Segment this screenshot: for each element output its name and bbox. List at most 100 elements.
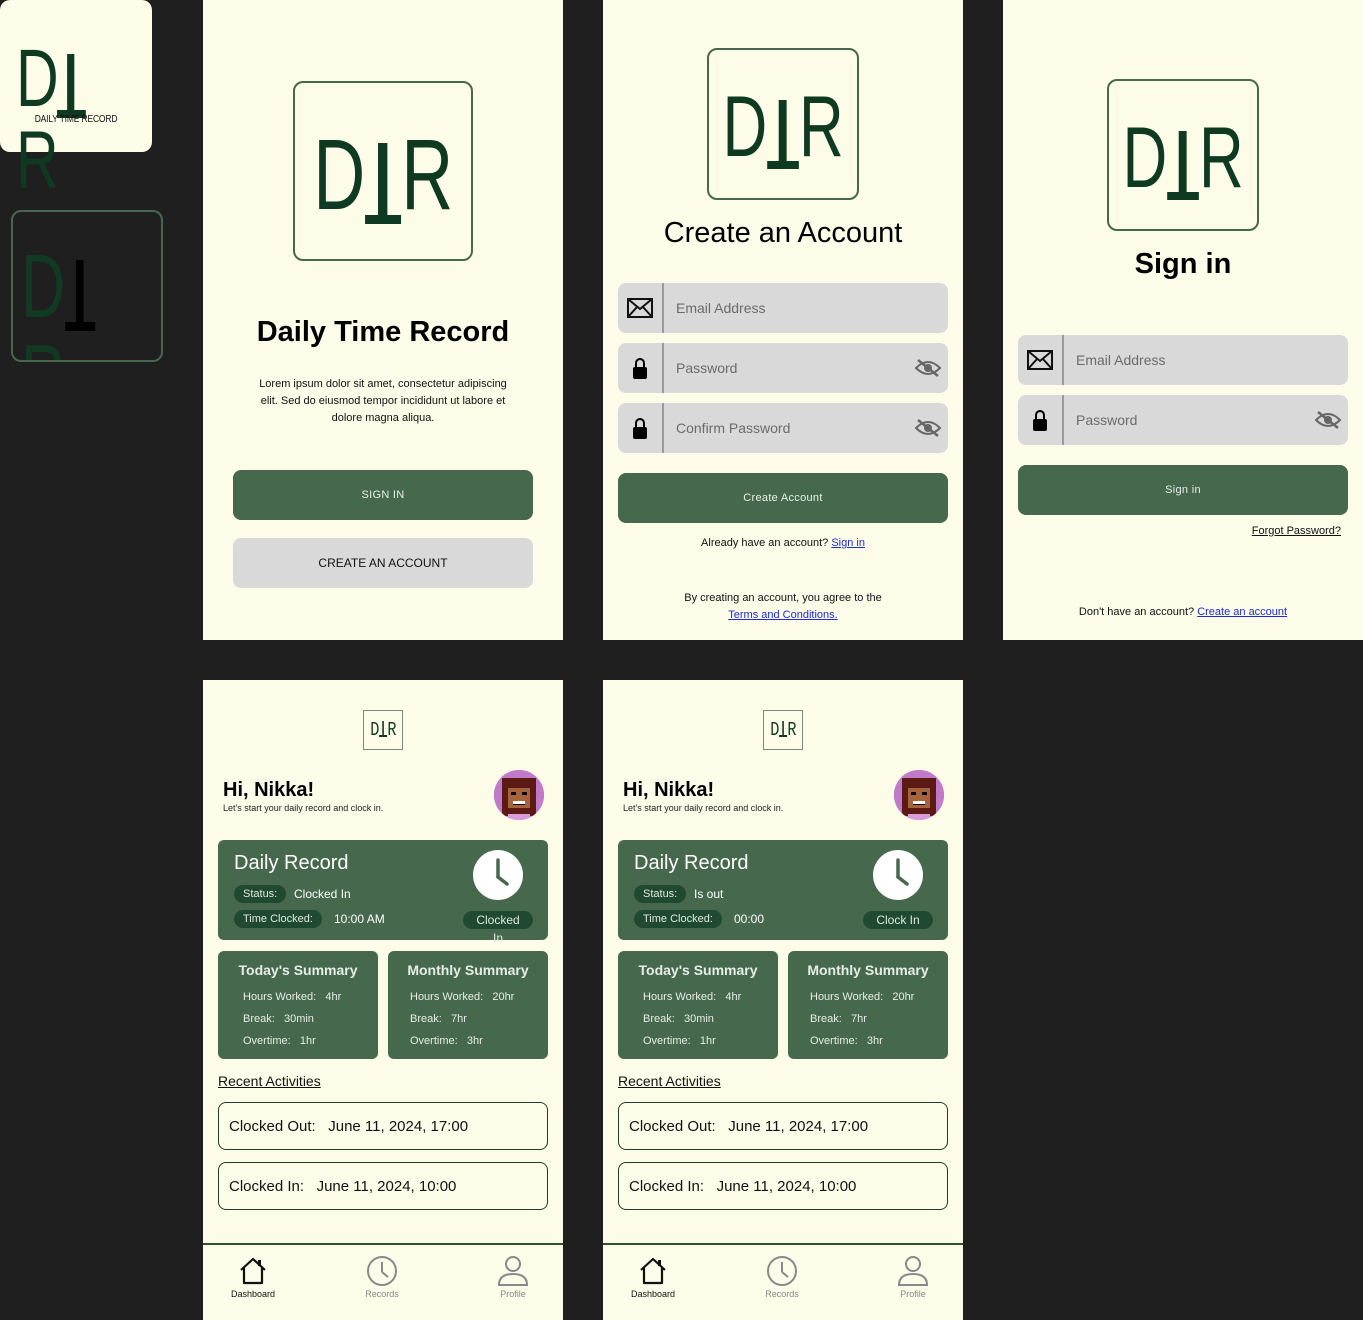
envelope-icon [1018, 335, 1064, 385]
monthly-summary-card: Monthly Summary Hours Worked: 20hr Break… [788, 951, 948, 1059]
monthly-summary-card: Monthly Summary Hours Worked: 20hr Break… [388, 951, 548, 1059]
activity-value: June 11, 2024, 17:00 [728, 1117, 869, 1135]
recent-activities-title[interactable]: Recent Activities [218, 1073, 321, 1089]
today-summary-card: Today's Summary Hours Worked: 4hr Break:… [618, 951, 778, 1059]
time-clocked-label: Time Clocked: [634, 910, 722, 928]
overtime-value: 3hr [466, 1035, 483, 1047]
create-account-screen: DR Create an Account Create Account Alre… [603, 0, 963, 640]
email-input[interactable] [1064, 334, 1348, 386]
clock-action-button[interactable]: Clock In [863, 911, 933, 929]
create-account-button[interactable]: CREATE AN ACCOUNT [233, 538, 533, 588]
password-input[interactable] [664, 342, 908, 394]
create-account-link[interactable]: Create an account [1197, 606, 1287, 618]
greeting-subtext: Let's start your daily record and clock … [623, 803, 784, 813]
dashboard-screen: DR Hi, Nikka! Let's start your daily rec… [603, 680, 963, 1320]
password-field[interactable] [1018, 394, 1348, 446]
greeting: Hi, Nikka! [223, 779, 315, 801]
lock-icon [618, 343, 664, 393]
sign-in-button[interactable]: SIGN IN [233, 470, 533, 520]
overtime-label: Overtime: [243, 1035, 291, 1047]
logo-letter-d: D [21, 237, 66, 337]
clock-icon [873, 850, 923, 900]
signin-logo: DR [1107, 79, 1259, 231]
logo-letter-r: R [401, 119, 453, 231]
nav-records-label: Records [765, 1289, 799, 1299]
hours-label: Hours Worked: [243, 991, 317, 1003]
activity-item[interactable]: Clocked In: June 11, 2024, 10:00 [618, 1162, 948, 1210]
today-summary-title: Today's Summary [638, 962, 758, 978]
hours-label: Hours Worked: [643, 991, 717, 1003]
activity-value: June 11, 2024, 10:00 [716, 1177, 857, 1195]
nav-profile-label: Profile [900, 1289, 926, 1299]
sign-in-submit-button[interactable]: Sign in [1018, 465, 1348, 515]
welcome-logo: DR [293, 81, 473, 261]
overtime-label: Overtime: [810, 1035, 858, 1047]
email-field[interactable] [618, 282, 948, 334]
activity-value: June 11, 2024, 17:00 [328, 1117, 469, 1135]
status-value: Clocked In [294, 887, 351, 901]
app-icon-dark: DR [11, 210, 163, 362]
break-value: 30min [683, 1013, 714, 1025]
eye-off-icon[interactable] [908, 418, 948, 438]
logo-tee [379, 720, 387, 738]
logo-letter-d: D [769, 719, 779, 741]
nav-dashboard[interactable]: Dashboard [613, 1255, 693, 1299]
eye-off-icon[interactable] [908, 358, 948, 378]
bottom-nav: Dashboard Records Profile [203, 1243, 563, 1320]
terms-line: Terms and Conditions. [603, 609, 963, 621]
daily-record-title: Daily Record [634, 852, 749, 874]
clock-icon [473, 850, 523, 900]
nav-profile-label: Profile [500, 1289, 526, 1299]
nav-dashboard[interactable]: Dashboard [213, 1255, 293, 1299]
monthly-summary-title: Monthly Summary [407, 962, 529, 978]
clock-icon [767, 1256, 797, 1286]
agree-text: By creating an account, you agree to the [684, 592, 882, 604]
logo-tee [365, 141, 401, 225]
daily-record-card: Daily Record Status: Is out Time Clocked… [618, 840, 948, 940]
avatar[interactable] [494, 770, 544, 820]
logo-letter-d: D [369, 719, 379, 741]
overtime-value: 3hr [866, 1035, 883, 1047]
dashboard-logo: DR [363, 710, 403, 750]
nav-profile[interactable]: Profile [873, 1255, 953, 1299]
clock-icon [367, 1256, 397, 1286]
email-field[interactable] [1018, 334, 1348, 386]
bottom-nav: Dashboard Records Profile [603, 1243, 963, 1320]
greeting: Hi, Nikka! [623, 779, 715, 801]
today-summary-title: Today's Summary [238, 962, 358, 978]
time-clocked-value: 10:00 AM [334, 912, 385, 926]
hours-value: 4hr [325, 991, 342, 1003]
nav-profile[interactable]: Profile [473, 1255, 553, 1299]
greeting-subtext: Let's start your daily record and clock … [223, 803, 384, 813]
activity-item[interactable]: Clocked Out: June 11, 2024, 17:00 [618, 1102, 948, 1150]
daily-record-title: Daily Record [234, 852, 349, 874]
lock-icon [1018, 395, 1064, 445]
hours-value: 20hr [892, 991, 915, 1003]
clock-action-button[interactable]: Clocked In [463, 911, 533, 945]
password-input[interactable] [1064, 394, 1308, 446]
break-value: 7hr [450, 1013, 467, 1025]
activity-item[interactable]: Clocked In: June 11, 2024, 10:00 [218, 1162, 548, 1210]
confirm-password-input[interactable] [664, 402, 908, 454]
email-input[interactable] [664, 282, 948, 334]
no-account-text: Don't have an account? [1078, 606, 1195, 618]
nav-records[interactable]: Records [342, 1255, 422, 1299]
recent-activities-title[interactable]: Recent Activities [618, 1073, 721, 1089]
app-icon-light: DR DAILY TIME RECORD [0, 0, 152, 202]
avatar[interactable] [894, 770, 944, 820]
activity-item[interactable]: Clocked Out: June 11, 2024, 17:00 [218, 1102, 548, 1150]
eye-off-icon[interactable] [1308, 410, 1348, 430]
nav-records[interactable]: Records [742, 1255, 822, 1299]
today-summary-card: Today's Summary Hours Worked: 4hr Break:… [218, 951, 378, 1059]
status-label: Status: [634, 885, 687, 903]
terms-link[interactable]: Terms and Conditions. [728, 609, 837, 621]
logo-tee [65, 256, 96, 332]
sign-in-link[interactable]: Sign in [831, 537, 865, 549]
forgot-password-link[interactable]: Forgot Password? [1252, 525, 1341, 537]
logo-letter-r: R [787, 719, 797, 741]
welcome-screen: DR Daily Time Record Lorem ipsum dolor s… [203, 0, 563, 640]
confirm-password-field[interactable] [618, 402, 948, 454]
password-field[interactable] [618, 342, 948, 394]
logo-letter-d: D [313, 119, 365, 231]
create-account-submit-button[interactable]: Create Account [618, 473, 948, 523]
